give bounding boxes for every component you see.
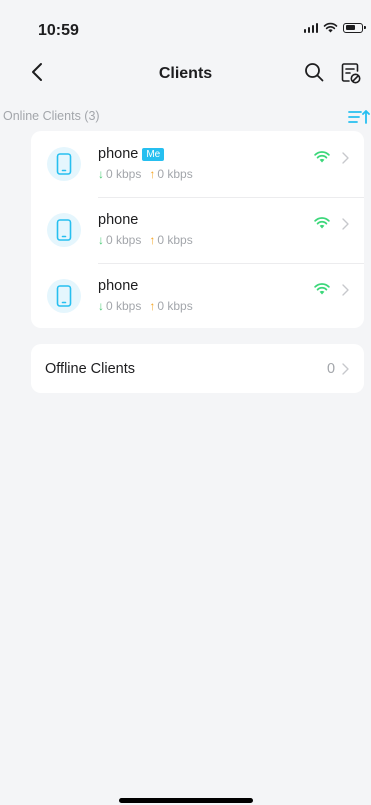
online-section-header: Online Clients (3) <box>0 104 371 128</box>
client-name: phone <box>98 212 139 228</box>
client-avatar <box>47 279 81 313</box>
chevron-right-icon <box>342 218 349 230</box>
client-row[interactable]: phone ↓ 0 kbps ↑ 0 kbps <box>31 263 364 329</box>
arrow-up-icon: ↑ <box>149 299 156 313</box>
online-clients-title: Online Clients (3) <box>3 109 100 123</box>
chevron-right-icon <box>342 284 349 296</box>
arrow-down-icon: ↓ <box>98 233 104 247</box>
upload-rate: 0 kbps <box>157 167 193 181</box>
blocklist-icon <box>341 63 361 84</box>
chevron-right-icon <box>342 363 349 375</box>
search-icon <box>305 63 324 82</box>
home-indicator <box>119 798 253 803</box>
offline-clients-row[interactable]: Offline Clients 0 <box>31 344 364 393</box>
phone-icon <box>56 153 72 175</box>
client-name: phone <box>98 146 139 162</box>
client-row[interactable]: phone Me ↓ 0 kbps ↑ 0 kbps <box>31 131 364 197</box>
offline-clients-label: Offline Clients <box>45 361 135 377</box>
download-rate: 0 kbps <box>106 233 142 247</box>
arrow-down-icon: ↓ <box>98 299 104 313</box>
blocklist-button[interactable] <box>338 60 364 86</box>
wifi-status-icon <box>323 22 338 33</box>
phone-icon <box>56 285 72 307</box>
status-time: 10:59 <box>38 22 79 39</box>
client-rates: ↓ 0 kbps ↑ 0 kbps <box>98 233 193 247</box>
sort-button[interactable] <box>348 108 370 126</box>
sort-icon <box>348 110 370 124</box>
client-avatar <box>47 147 81 181</box>
search-button[interactable] <box>302 60 326 84</box>
client-rates: ↓ 0 kbps ↑ 0 kbps <box>98 167 193 181</box>
wifi-icon <box>314 151 330 163</box>
upload-rate: 0 kbps <box>157 299 193 313</box>
chevron-right-icon <box>342 152 349 164</box>
arrow-up-icon: ↑ <box>149 167 156 181</box>
client-name-row: phone <box>98 212 138 228</box>
battery-icon <box>343 22 366 33</box>
offline-clients-count: 0 <box>327 361 336 377</box>
wifi-icon <box>314 283 330 295</box>
client-name-row: phone <box>98 278 138 294</box>
upload-rate: 0 kbps <box>157 233 193 247</box>
client-name-row: phone Me <box>98 146 165 162</box>
client-avatar <box>47 213 81 247</box>
download-rate: 0 kbps <box>106 299 142 313</box>
status-bar: 10:59 <box>0 0 371 44</box>
cellular-signal-icon <box>303 22 318 33</box>
phone-icon <box>56 219 72 241</box>
client-rates: ↓ 0 kbps ↑ 0 kbps <box>98 299 193 313</box>
arrow-down-icon: ↓ <box>98 167 104 181</box>
download-rate: 0 kbps <box>106 167 142 181</box>
status-icons <box>303 22 366 33</box>
nav-bar: Clients <box>0 52 371 92</box>
wifi-icon <box>314 217 330 229</box>
client-row[interactable]: phone ↓ 0 kbps ↑ 0 kbps <box>31 197 364 263</box>
arrow-up-icon: ↑ <box>149 233 156 247</box>
online-clients-card: phone Me ↓ 0 kbps ↑ 0 kbps phone ↓ 0 kbps <box>31 131 364 328</box>
client-name: phone <box>98 278 139 294</box>
me-badge: Me <box>142 147 165 161</box>
